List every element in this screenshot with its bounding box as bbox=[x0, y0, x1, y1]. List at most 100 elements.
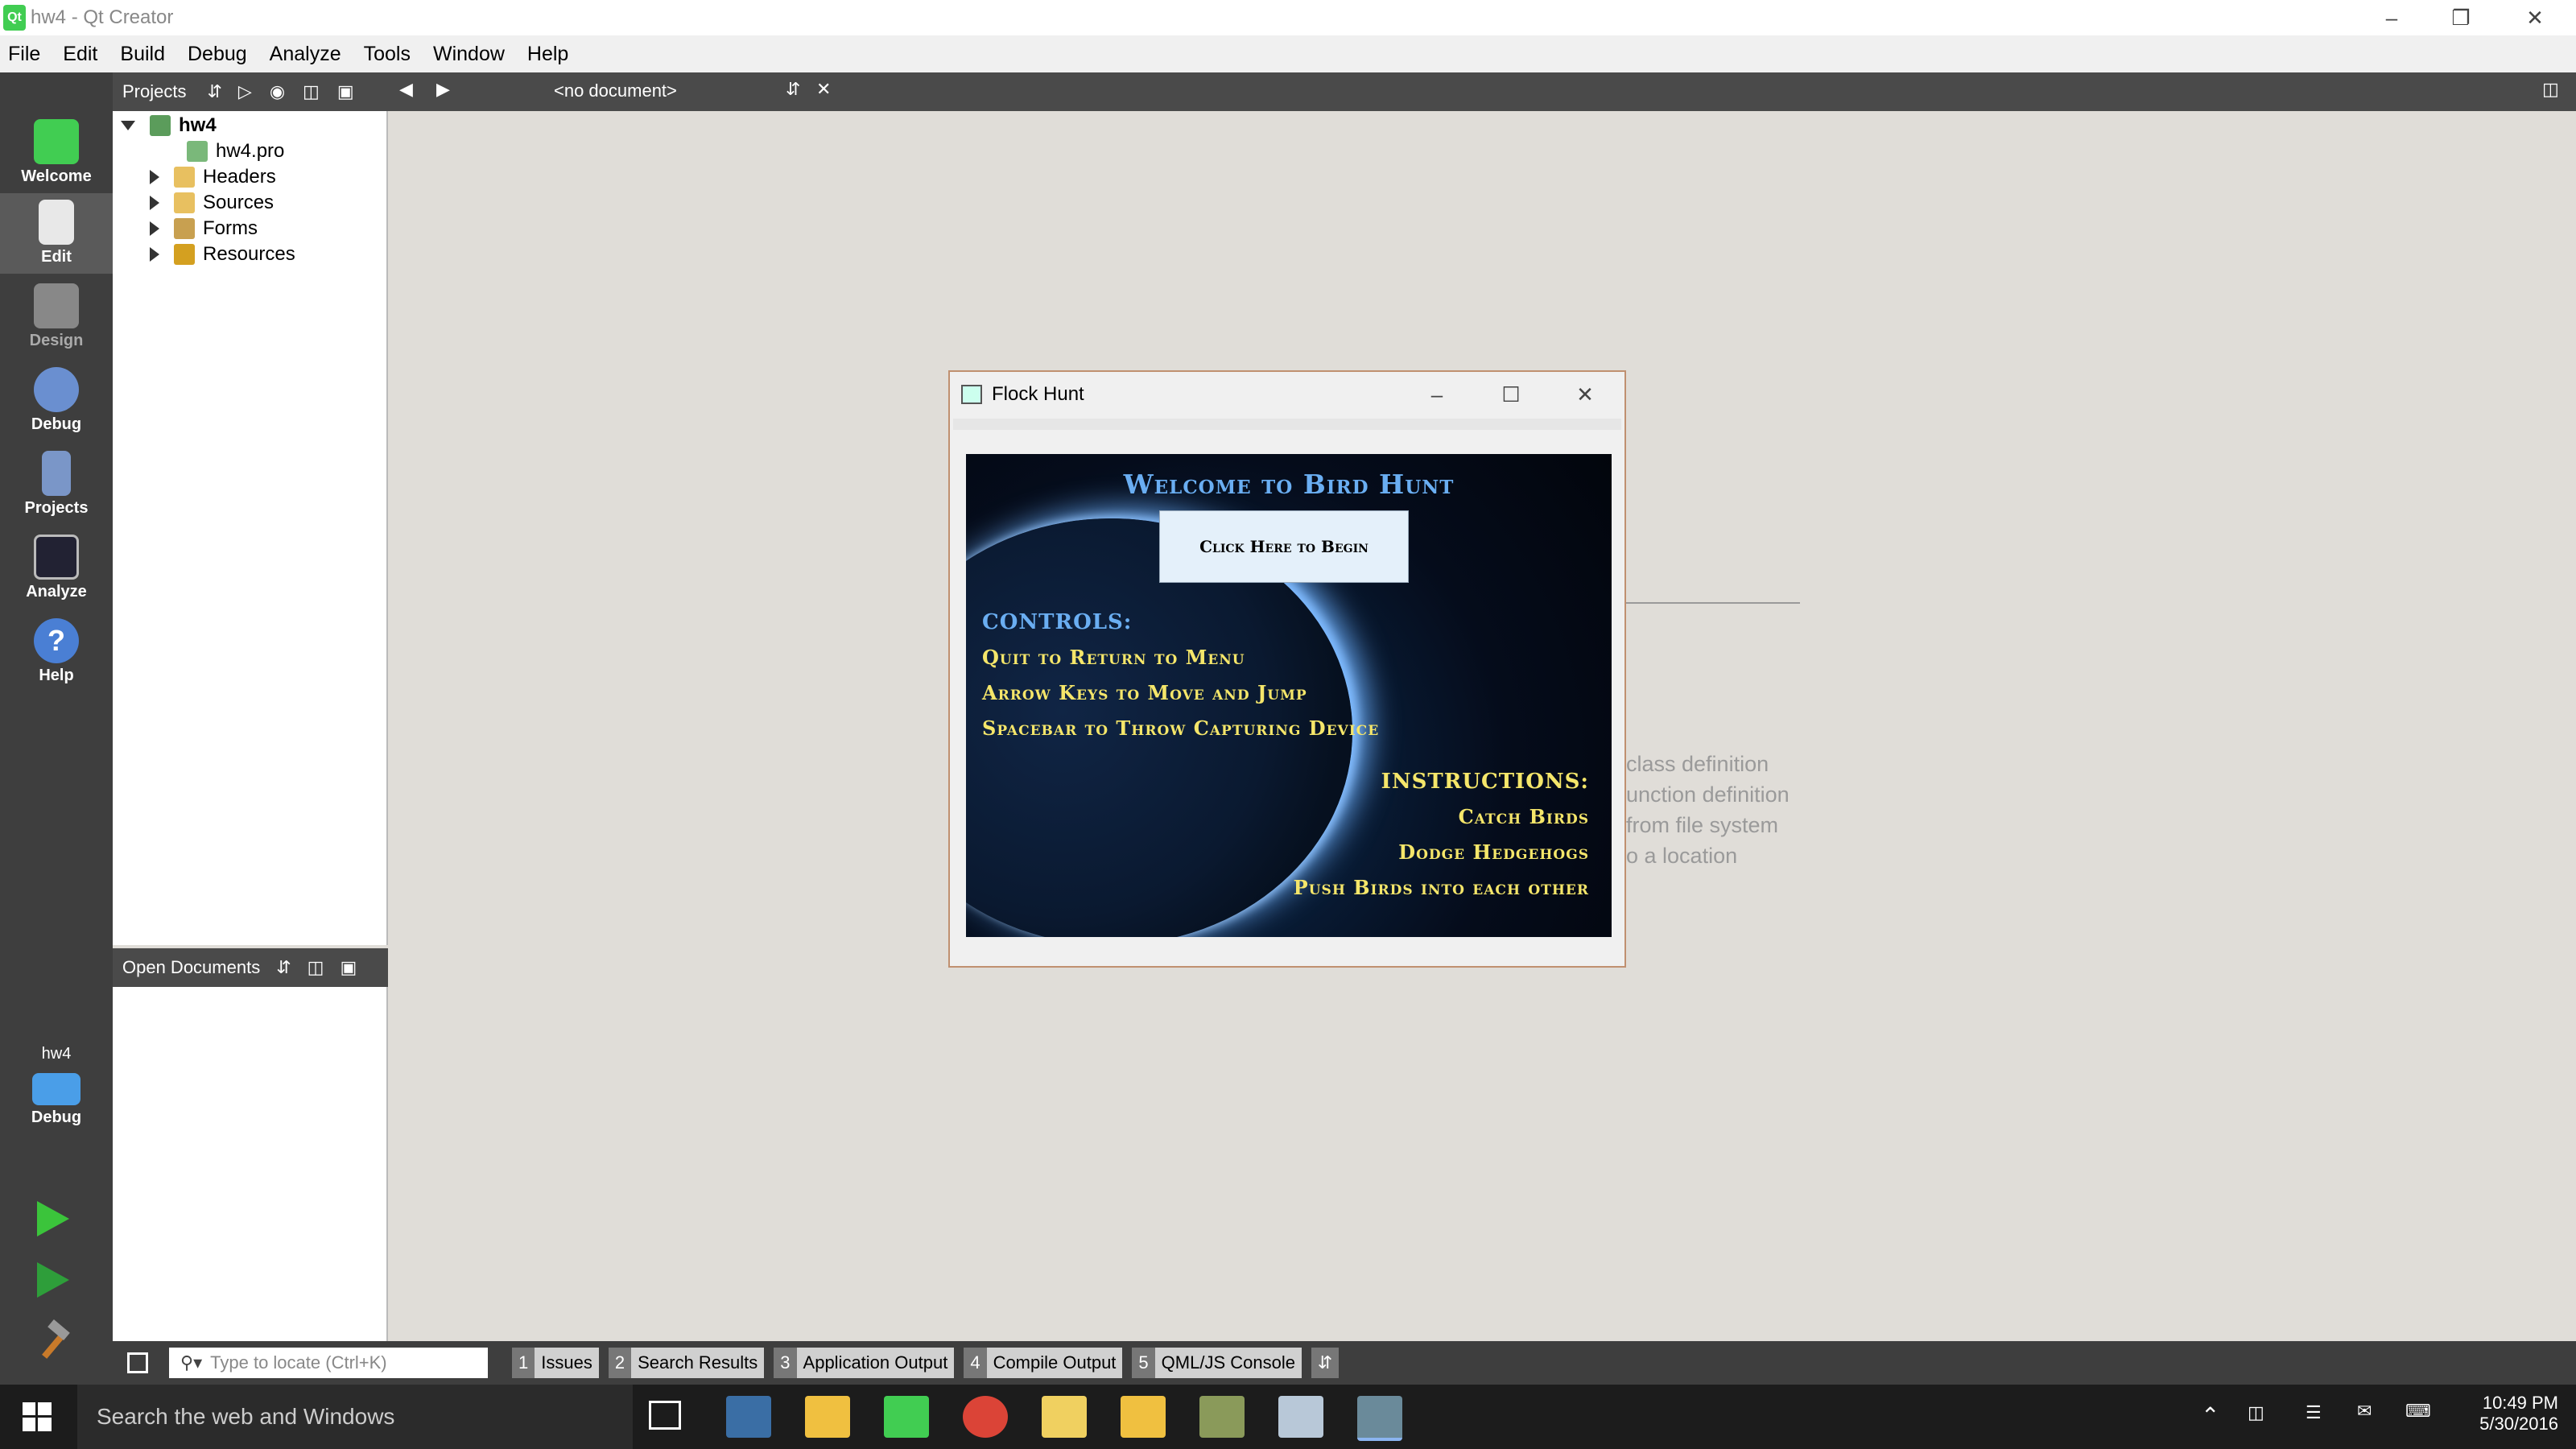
begin-button[interactable]: Click Here to Begin bbox=[1159, 510, 1409, 583]
mode-edit[interactable]: Edit bbox=[0, 193, 113, 274]
close-button[interactable]: ✕ bbox=[2499, 0, 2571, 35]
expand-arrow-icon[interactable] bbox=[150, 247, 159, 262]
menu-analyze[interactable]: Analyze bbox=[270, 43, 341, 66]
tree-item[interactable]: hw4.pro bbox=[187, 140, 284, 163]
tree-item[interactable]: Sources bbox=[150, 192, 274, 214]
updown-icon[interactable]: ⇵ bbox=[207, 81, 221, 102]
analyze-icon bbox=[34, 535, 79, 580]
locator-input[interactable]: ⚲▾ Type to locate (Ctrl+K) bbox=[169, 1348, 488, 1378]
control-line: Arrow Keys to Move and Jump bbox=[982, 681, 1307, 704]
menu-file[interactable]: File bbox=[8, 43, 40, 66]
tree-root[interactable]: hw4 bbox=[121, 114, 217, 137]
tree-item-label: Sources bbox=[203, 192, 275, 213]
game-maximize-button[interactable]: ☐ bbox=[1475, 372, 1547, 417]
output-tab-issues[interactable]: 1 Issues bbox=[512, 1348, 599, 1378]
control-line: Spacebar to Throw Capturing Device bbox=[982, 716, 1380, 740]
updown-icon[interactable]: ⇵ bbox=[786, 79, 800, 100]
mode-design[interactable]: Design bbox=[0, 277, 113, 357]
expand-arrow-icon[interactable] bbox=[150, 170, 159, 184]
split-icon[interactable]: ◫ bbox=[303, 81, 320, 102]
welcome-hint: class definition bbox=[1626, 752, 1769, 776]
downloads-folder-icon[interactable] bbox=[1121, 1396, 1166, 1438]
close-pane-icon[interactable]: ▣ bbox=[337, 81, 354, 102]
collapse-arrow-icon[interactable] bbox=[121, 121, 135, 130]
toggle-sidebar-icon[interactable] bbox=[127, 1352, 148, 1373]
headers-folder-icon bbox=[174, 167, 195, 188]
flock-hunt-taskbar-icon[interactable] bbox=[1357, 1396, 1402, 1441]
close-document-icon[interactable]: ✕ bbox=[816, 79, 831, 100]
projects-icon bbox=[42, 451, 71, 496]
run-icon[interactable] bbox=[37, 1201, 69, 1236]
folder-icon[interactable] bbox=[1042, 1396, 1087, 1438]
mode-label: Help bbox=[39, 667, 74, 684]
clock[interactable]: 10:49 PM 5/30/2016 bbox=[2458, 1393, 2558, 1435]
windows-start-icon[interactable] bbox=[23, 1402, 52, 1431]
tree-item[interactable]: Headers bbox=[150, 166, 276, 188]
design-icon bbox=[34, 283, 79, 328]
tree-root-label: hw4 bbox=[179, 114, 217, 136]
output-tab-compile-output[interactable]: 4 Compile Output bbox=[964, 1348, 1123, 1378]
debug-icon bbox=[34, 367, 79, 412]
close-pane-icon[interactable]: ▣ bbox=[340, 957, 357, 978]
expand-arrow-icon[interactable] bbox=[150, 196, 159, 210]
chrome-icon[interactable] bbox=[963, 1396, 1008, 1438]
action-center-icon[interactable]: ✉ bbox=[2357, 1401, 2372, 1422]
run-debug-icon[interactable] bbox=[37, 1262, 69, 1298]
wifi-icon[interactable]: ☰ bbox=[2306, 1402, 2322, 1423]
tree-item[interactable]: Forms bbox=[150, 217, 258, 240]
keyboard-icon[interactable]: ⌨ bbox=[2405, 1401, 2431, 1422]
welcome-hint: unction definition bbox=[1626, 782, 1790, 807]
mode-welcome[interactable]: Welcome bbox=[0, 113, 113, 193]
divider bbox=[1626, 602, 1800, 604]
file-explorer-icon[interactable] bbox=[805, 1396, 850, 1438]
open-documents-selector[interactable]: Open Documents bbox=[122, 957, 260, 978]
filter-icon[interactable]: ▷ bbox=[238, 81, 252, 102]
game-close-button[interactable]: ✕ bbox=[1549, 372, 1621, 417]
output-tab-application-output[interactable]: 3 Application Output bbox=[774, 1348, 955, 1378]
qt-project-icon bbox=[150, 115, 171, 136]
open-documents-header: Open Documents ⇵ ◫ ▣ bbox=[113, 948, 388, 987]
mode-projects[interactable]: Projects bbox=[0, 444, 113, 525]
menu-build[interactable]: Build bbox=[120, 43, 165, 66]
qt-creator-taskbar-icon[interactable] bbox=[884, 1396, 929, 1438]
restore-button[interactable]: ❐ bbox=[2425, 0, 2497, 35]
kit-project-label: hw4 bbox=[41, 1045, 72, 1063]
game-minimize-button[interactable]: – bbox=[1401, 372, 1473, 417]
show-hidden-icons-icon[interactable]: ⌃ bbox=[2201, 1402, 2219, 1429]
forward-arrow-icon[interactable]: ▶ bbox=[436, 79, 450, 100]
menu-edit[interactable]: Edit bbox=[63, 43, 97, 66]
menu-help[interactable]: Help bbox=[527, 43, 568, 66]
image-viewer-icon[interactable] bbox=[1278, 1396, 1323, 1438]
menu-tools[interactable]: Tools bbox=[364, 43, 411, 66]
tab-number: 1 bbox=[512, 1348, 535, 1378]
kit-selector[interactable]: hw4 Debug bbox=[0, 1038, 113, 1151]
projects-selector[interactable]: Projects bbox=[122, 81, 186, 102]
updown-icon[interactable]: ⇵ bbox=[276, 957, 291, 978]
split-editor-icon[interactable]: ◫ bbox=[2542, 79, 2559, 100]
mode-label: Debug bbox=[31, 415, 82, 433]
menu-debug[interactable]: Debug bbox=[188, 43, 247, 66]
output-tab-qml-console[interactable]: 5 QML/JS Console bbox=[1132, 1348, 1302, 1378]
archive-icon[interactable] bbox=[1199, 1396, 1245, 1438]
document-selector[interactable]: <no document> bbox=[554, 80, 677, 101]
task-view-icon[interactable] bbox=[649, 1401, 681, 1430]
split-icon[interactable]: ◫ bbox=[308, 957, 324, 978]
battery-icon[interactable]: ◫ bbox=[2248, 1402, 2264, 1423]
expand-arrow-icon[interactable] bbox=[150, 221, 159, 236]
taskbar-search-placeholder: Search the web and Windows bbox=[97, 1404, 395, 1429]
output-tab-search-results[interactable]: 2 Search Results bbox=[608, 1348, 765, 1378]
minimize-button[interactable]: – bbox=[2355, 0, 2428, 35]
link-icon[interactable]: ◉ bbox=[270, 81, 285, 102]
mode-help[interactable]: ? Help bbox=[0, 612, 113, 692]
taskbar-search[interactable]: Search the web and Windows bbox=[77, 1385, 633, 1449]
back-arrow-icon[interactable]: ◀ bbox=[399, 79, 413, 100]
tree-item[interactable]: Resources bbox=[150, 243, 295, 266]
more-tabs-icon[interactable]: ⇵ bbox=[1311, 1348, 1339, 1378]
build-hammer-icon[interactable] bbox=[37, 1319, 72, 1359]
mode-debug[interactable]: Debug bbox=[0, 361, 113, 441]
menu-window[interactable]: Window bbox=[433, 43, 505, 66]
qt-creator-app-icon: Qt bbox=[3, 5, 26, 31]
mode-analyze[interactable]: Analyze bbox=[0, 528, 113, 609]
tab-number: 2 bbox=[608, 1348, 632, 1378]
taskbar-app-icon[interactable] bbox=[726, 1396, 771, 1438]
